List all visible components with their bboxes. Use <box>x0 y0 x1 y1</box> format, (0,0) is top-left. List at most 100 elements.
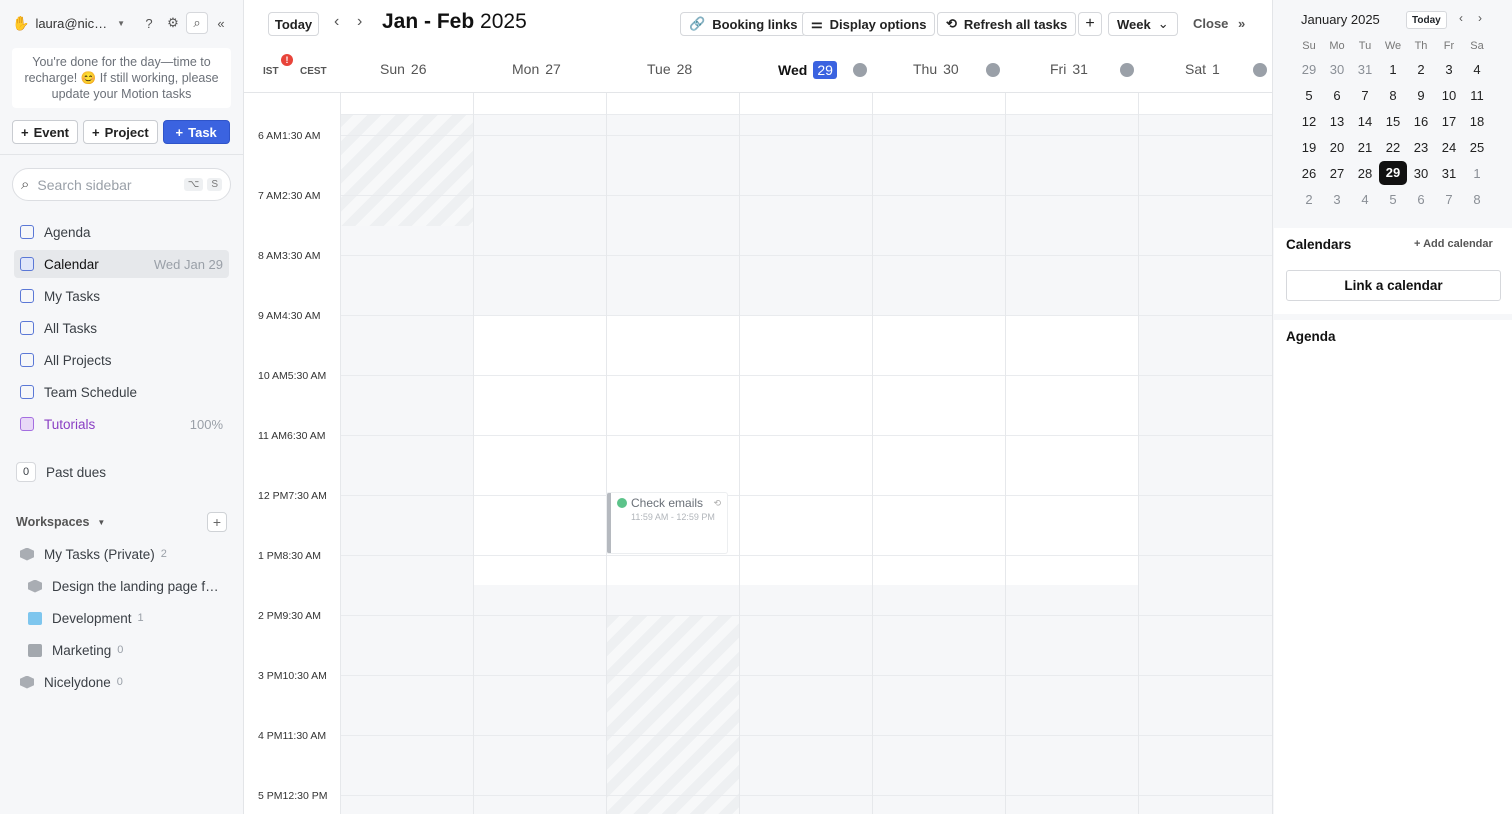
day-header-mon[interactable]: Mon 27 <box>512 61 561 77</box>
folder-development[interactable]: Development 1 <box>20 602 225 634</box>
date-cell[interactable]: 5 <box>1379 192 1407 207</box>
clock-icon[interactable] <box>986 63 1000 77</box>
timezone-primary[interactable]: IST <box>263 66 279 77</box>
add-task-button[interactable]: + Task <box>162 120 230 144</box>
date-cell[interactable]: 12 <box>1295 114 1323 129</box>
day-header-fri[interactable]: Fri 31 <box>1050 61 1088 77</box>
date-cell[interactable]: 4 <box>1351 192 1379 207</box>
date-cell[interactable]: 28 <box>1351 166 1379 181</box>
today-button[interactable]: Today <box>268 12 319 36</box>
date-cell[interactable]: 11 <box>1463 88 1491 103</box>
date-cell[interactable]: 29 <box>1295 62 1323 77</box>
date-cell[interactable]: 24 <box>1435 140 1463 155</box>
day-header-wed[interactable]: Wed 29 <box>778 61 837 79</box>
date-cell[interactable]: 2 <box>1407 62 1435 77</box>
date-cell[interactable]: 16 <box>1407 114 1435 129</box>
date-cell[interactable]: 10 <box>1435 88 1463 103</box>
day-column-sun[interactable] <box>340 93 341 814</box>
clock-icon[interactable] <box>1253 63 1267 77</box>
date-cell[interactable]: 8 <box>1463 192 1491 207</box>
booking-links-button[interactable]: 🔗 Booking links <box>680 12 807 36</box>
date-cell[interactable]: 7 <box>1435 192 1463 207</box>
date-cell[interactable]: 6 <box>1407 192 1435 207</box>
day-header-thu[interactable]: Thu 30 <box>913 61 959 77</box>
chevron-right-icon[interactable]: › <box>357 13 362 31</box>
day-columns[interactable]: Check emails ⟲ 11:59 AM - 12:59 PM <box>340 93 1272 814</box>
date-cell[interactable]: 23 <box>1407 140 1435 155</box>
date-cell[interactable]: 19 <box>1295 140 1323 155</box>
day-column-fri[interactable] <box>1005 93 1006 814</box>
chevron-left-icon[interactable]: ‹ <box>334 13 339 31</box>
day-header-tue[interactable]: Tue 28 <box>647 61 692 77</box>
sidebar-item-all-tasks[interactable]: All Tasks <box>14 314 229 342</box>
day-column-tue[interactable] <box>606 93 607 814</box>
workspaces-header[interactable]: Workspaces ▼ + <box>16 512 227 532</box>
gear-icon[interactable]: ⚙ <box>162 12 184 34</box>
account-switcher[interactable]: ✋ laura@nic… ▼ <box>12 12 125 34</box>
past-dues[interactable]: 0 Past dues <box>16 462 106 482</box>
date-cell[interactable]: 13 <box>1323 114 1351 129</box>
date-cell[interactable]: 8 <box>1379 88 1407 103</box>
collapse-sidebar-icon[interactable]: « <box>210 12 232 34</box>
sidebar-item-team-schedule[interactable]: Team Schedule <box>14 378 229 406</box>
date-cell[interactable]: 3 <box>1323 192 1351 207</box>
day-column-sat[interactable] <box>1138 93 1139 814</box>
display-options-button[interactable]: ⚌ Display options <box>802 12 936 36</box>
date-cell[interactable]: 3 <box>1435 62 1463 77</box>
date-cell[interactable]: 26 <box>1295 166 1323 181</box>
view-selector[interactable]: Week ⌄ <box>1108 12 1178 36</box>
sidebar-search[interactable]: ⌕ Search sidebar ⌥ S <box>12 168 231 201</box>
mini-calendar-today-button[interactable]: Today <box>1406 11 1447 29</box>
day-column-mon[interactable] <box>473 93 474 814</box>
project-design-landing-page[interactable]: Design the landing page f… <box>20 570 225 602</box>
clock-icon[interactable] <box>853 63 867 77</box>
date-cell-today[interactable]: 29 <box>1379 161 1407 185</box>
sidebar-item-tutorials[interactable]: Tutorials 100% <box>14 410 229 438</box>
date-cell[interactable]: 22 <box>1379 140 1407 155</box>
add-workspace-button[interactable]: + <box>207 512 227 532</box>
day-column-wed[interactable] <box>739 93 740 814</box>
date-cell[interactable]: 21 <box>1351 140 1379 155</box>
date-cell[interactable]: 31 <box>1435 166 1463 181</box>
add-project-button[interactable]: + Project <box>83 120 158 144</box>
date-cell[interactable]: 27 <box>1323 166 1351 181</box>
timezone-secondary[interactable]: CEST <box>300 66 327 77</box>
refresh-tasks-button[interactable]: ⟲ Refresh all tasks <box>937 12 1077 36</box>
date-cell[interactable]: 5 <box>1295 88 1323 103</box>
workspace-nicelydone[interactable]: Nicelydone 0 <box>20 666 225 698</box>
date-cell[interactable]: 18 <box>1463 114 1491 129</box>
sidebar-item-calendar[interactable]: Calendar Wed Jan 29 <box>14 250 229 278</box>
folder-marketing[interactable]: Marketing 0 <box>20 634 225 666</box>
search-icon[interactable]: ⌕ <box>186 12 208 34</box>
help-icon[interactable]: ? <box>138 12 160 34</box>
date-cell[interactable]: 25 <box>1463 140 1491 155</box>
sidebar-item-my-tasks[interactable]: My Tasks <box>14 282 229 310</box>
date-cell[interactable]: 7 <box>1351 88 1379 103</box>
add-event-button[interactable]: + Event <box>12 120 78 144</box>
date-cell[interactable]: 9 <box>1407 88 1435 103</box>
day-header-sat[interactable]: Sat 1 <box>1185 61 1220 77</box>
date-cell[interactable]: 1 <box>1463 166 1491 181</box>
date-cell[interactable]: 17 <box>1435 114 1463 129</box>
chevron-right-icon[interactable]: › <box>1478 11 1482 25</box>
date-cell[interactable]: 4 <box>1463 62 1491 77</box>
event-check-emails[interactable]: Check emails ⟲ 11:59 AM - 12:59 PM <box>607 493 727 553</box>
date-cell[interactable]: 2 <box>1295 192 1323 207</box>
chevron-left-icon[interactable]: ‹ <box>1459 11 1463 25</box>
date-cell[interactable]: 15 <box>1379 114 1407 129</box>
search-input[interactable]: Search sidebar <box>37 177 179 193</box>
day-header-sun[interactable]: Sun 26 <box>380 61 427 77</box>
date-cell[interactable]: 1 <box>1379 62 1407 77</box>
close-panel-button[interactable]: Close » <box>1193 16 1245 31</box>
date-cell[interactable]: 14 <box>1351 114 1379 129</box>
day-column-thu[interactable] <box>872 93 873 814</box>
link-calendar-button[interactable]: Link a calendar <box>1286 270 1501 301</box>
workspace-my-tasks-private[interactable]: My Tasks (Private) 2 <box>20 538 225 570</box>
date-cell[interactable]: 30 <box>1323 62 1351 77</box>
sidebar-item-all-projects[interactable]: All Projects <box>14 346 229 374</box>
date-cell[interactable]: 6 <box>1323 88 1351 103</box>
add-calendar-button[interactable]: + Add calendar <box>1414 238 1493 250</box>
date-cell[interactable]: 20 <box>1323 140 1351 155</box>
date-cell[interactable]: 31 <box>1351 62 1379 77</box>
clock-icon[interactable] <box>1120 63 1134 77</box>
